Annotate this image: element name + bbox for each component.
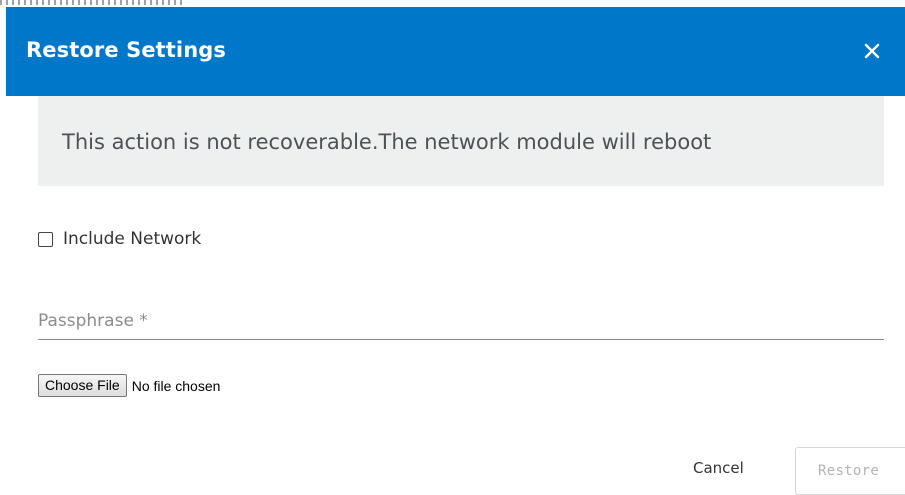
file-picker: Choose File No file chosen <box>38 374 220 397</box>
include-network-label: Include Network <box>63 229 202 249</box>
background-page-strip <box>0 0 905 7</box>
include-network-option[interactable]: Include Network <box>38 228 201 250</box>
close-icon <box>864 43 880 59</box>
warning-message: This action is not recoverable.The netwo… <box>62 130 712 154</box>
choose-file-button[interactable]: Choose File <box>38 374 127 397</box>
passphrase-input[interactable] <box>38 307 884 335</box>
cancel-button[interactable]: Cancel <box>693 459 744 477</box>
restore-button[interactable]: Restore <box>795 447 905 495</box>
close-button[interactable] <box>861 40 883 62</box>
passphrase-field <box>38 307 884 340</box>
dialog-header: Restore Settings <box>6 7 905 96</box>
warning-banner: This action is not recoverable.The netwo… <box>38 96 884 186</box>
file-status-text: No file chosen <box>131 377 221 394</box>
restore-settings-dialog: Restore Settings This action is not reco… <box>6 7 905 495</box>
dialog-title: Restore Settings <box>26 38 227 62</box>
background-page-text-fragment <box>0 0 185 5</box>
include-network-checkbox[interactable] <box>38 231 53 247</box>
